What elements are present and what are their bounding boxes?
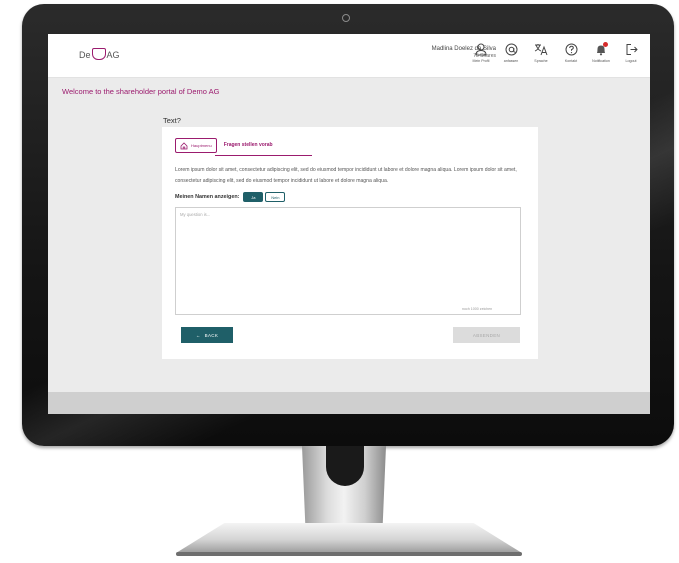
monitor-stand-base-edge — [176, 552, 522, 556]
toggle-no-button[interactable]: Nein — [265, 192, 286, 202]
monitor-stand-base — [176, 523, 522, 553]
nav-logout[interactable]: Logout — [618, 42, 644, 63]
show-name-toggle: Meinen Namen anzeigen: Ja Nein — [175, 192, 286, 202]
nav-profile-label: Mein Profil — [472, 59, 490, 63]
show-name-label: Meinen Namen anzeigen: — [175, 194, 240, 200]
tab-home[interactable]: Hauptmenu — [175, 138, 217, 153]
nav-contact-label: Kontakt — [564, 59, 578, 63]
notification-badge — [603, 42, 608, 47]
at-icon — [498, 42, 524, 57]
nav-notification-label: Notification — [592, 59, 610, 63]
question-card: Hauptmenu Fragen stellen vorab Lorem ips… — [162, 127, 538, 359]
submit-button[interactable]: ABSENDEN — [453, 327, 520, 343]
nav-contact[interactable]: Kontakt — [558, 42, 584, 63]
description-text: Lorem ipsum dolor sit amet, consectetur … — [175, 167, 517, 184]
home-icon — [180, 141, 188, 149]
nav-notification[interactable]: Notification — [588, 42, 614, 63]
logo-text-right: AG — [106, 50, 120, 60]
tab-home-label: Hauptmenu — [191, 143, 212, 148]
nav-language-label: Sprache — [534, 59, 548, 63]
welcome-title: Welcome to the shareholder portal of Dem… — [62, 87, 220, 96]
nav-profile[interactable]: Mein Profil — [468, 42, 494, 63]
nav-logout-label: Logout — [625, 59, 637, 63]
help-icon — [558, 42, 584, 57]
arrow-left-icon: ← — [195, 332, 201, 338]
logo-text-left: De — [79, 50, 91, 60]
tab-bar: Hauptmenu Fragen stellen vorab — [175, 138, 273, 153]
app-header: De AG Madlina Doelez da Silva 75 Shares … — [48, 34, 650, 78]
active-tab-indicator — [215, 155, 312, 156]
footer-bar — [48, 392, 650, 414]
webcam-icon — [342, 14, 350, 22]
back-button[interactable]: ← BACK — [181, 327, 233, 343]
bell-icon — [588, 42, 614, 57]
toggle-yes-button[interactable]: Ja — [243, 192, 264, 202]
translate-icon — [528, 42, 554, 57]
stand-cable-hole — [326, 446, 364, 486]
header-nav: Mein Profil anfassen Sprache Kontakt Not… — [468, 42, 644, 63]
monitor-screen: De AG Madlina Doelez da Silva 75 Shares … — [48, 34, 650, 414]
page-heading: Text? — [163, 116, 181, 125]
character-counter: noch 1000 zeichen — [462, 307, 493, 311]
tab-questions[interactable]: Fragen stellen vorab — [224, 138, 273, 153]
logout-icon — [618, 42, 644, 57]
company-logo[interactable]: De AG — [79, 48, 120, 61]
nav-anfassen-label: anfassen — [503, 59, 519, 63]
question-input[interactable] — [175, 207, 521, 315]
back-button-label: BACK — [204, 332, 219, 338]
nav-language[interactable]: Sprache — [528, 42, 554, 63]
user-icon — [468, 42, 494, 57]
nav-anfassen[interactable]: anfassen — [498, 42, 524, 63]
logo-building-icon — [91, 48, 106, 60]
